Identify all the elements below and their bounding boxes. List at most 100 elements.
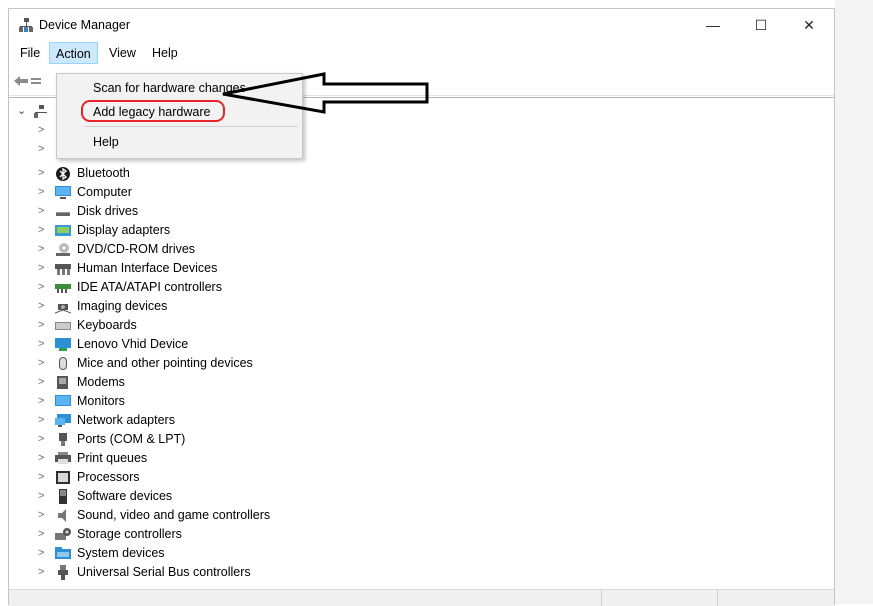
chevron-right-icon[interactable]: > [38,205,44,217]
device-tree: ⌄ > > > Bluetooth > Computer > Disk drives > Di… [9,97,834,590]
menu-action[interactable]: Action [49,42,98,64]
tree-item-label: Network adapters [77,413,175,427]
menu-item-help[interactable]: Help [93,135,119,149]
display-adapter-icon [55,225,71,236]
chevron-right-icon[interactable]: > [38,167,44,179]
tree-item[interactable]: > Processors [9,468,409,487]
printer-icon [55,452,71,464]
network-adapter-icon [55,414,71,427]
tree-item[interactable]: > Bluetooth [9,164,409,183]
tree-item-label: Processors [77,470,140,484]
software-device-icon [59,489,67,504]
chevron-right-icon[interactable]: > [38,547,44,559]
chevron-right-icon[interactable]: > [38,300,44,312]
port-icon [59,433,67,446]
maximize-button[interactable]: ☐ [738,9,784,41]
usb-icon [58,565,68,580]
chevron-right-icon[interactable]: > [38,319,44,331]
tree-item-label: Mice and other pointing devices [77,356,253,370]
tree-item[interactable]: > System devices [9,544,409,563]
menu-view[interactable]: View [103,42,142,64]
tree-item[interactable]: > Display adapters [9,221,409,240]
lenovo-device-icon [55,338,71,351]
chevron-right-icon[interactable]: > [38,376,44,388]
tree-item-label: Software devices [77,489,173,503]
storage-controller-icon [55,528,71,540]
chevron-right-icon[interactable]: > [38,433,44,445]
tree-item[interactable]: > Storage controllers [9,525,409,544]
dvd-drive-icon [56,243,70,256]
tree-item[interactable]: > IDE ATA/ATAPI controllers [9,278,409,297]
system-folder-icon [55,547,71,559]
tree-item[interactable]: > Lenovo Vhid Device [9,335,409,354]
tree-item-label: Sound, video and game controllers [77,508,271,522]
forward-icon[interactable] [31,78,41,84]
processor-icon [56,471,70,484]
modem-icon [57,376,68,389]
tree-item-label: Display adapters [77,223,171,237]
chevron-right-icon[interactable]: > [38,509,44,521]
tree-item[interactable]: > Monitors [9,392,409,411]
chevron-right-icon[interactable]: > [38,490,44,502]
device-manager-app-icon [19,18,33,32]
tree-item-label: Storage controllers [77,527,182,541]
tree-item[interactable]: > DVD/CD-ROM drives [9,240,409,259]
chevron-right-icon[interactable]: > [38,224,44,236]
chevron-right-icon[interactable]: > [38,281,44,293]
tree-item[interactable]: > Print queues [9,449,409,468]
chevron-right-icon[interactable]: > [38,338,44,350]
menu-bar: File Action View Help [9,42,834,64]
hid-icon [55,264,71,275]
imaging-device-icon [55,304,71,314]
chevron-right-icon[interactable]: > [38,471,44,483]
tree-item-label: Disk drives [77,204,139,218]
minimize-button[interactable]: — [690,9,736,41]
tree-item-label: Computer [77,185,132,199]
chevron-right-icon[interactable]: > [38,357,44,369]
computer-icon [55,186,71,199]
window-title: Device Manager [39,18,131,32]
tree-item-label: Ports (COM & LPT) [77,432,186,446]
chevron-right-icon[interactable]: > [38,452,44,464]
tree-item-label: IDE ATA/ATAPI controllers [77,280,222,294]
tree-item[interactable]: > Imaging devices [9,297,409,316]
tree-item[interactable]: > Universal Serial Bus controllers [9,563,409,582]
tree-item-label: Monitors [77,394,125,408]
tree-item[interactable]: > Human Interface Devices [9,259,409,278]
tree-item-label: Modems [77,375,125,389]
tree-item[interactable]: > Software devices [9,487,409,506]
chevron-right-icon[interactable]: > [38,124,44,136]
tree-item[interactable]: > Computer [9,183,409,202]
tree-item[interactable]: > Mice and other pointing devices [9,354,409,373]
chevron-down-icon[interactable]: ⌄ [17,104,26,117]
tree-item-label: System devices [77,546,165,560]
computer-root-icon [34,105,47,118]
chevron-right-icon[interactable]: > [38,243,44,255]
close-button[interactable]: ✕ [786,9,832,41]
tree-item[interactable]: > Network adapters [9,411,409,430]
tree-item-label: Human Interface Devices [77,261,218,275]
chevron-right-icon[interactable]: > [38,566,44,578]
back-arrow-icon[interactable] [14,76,28,86]
action-dropdown-menu: Scan for hardware changes Add legacy har… [56,73,303,159]
chevron-right-icon[interactable]: > [38,528,44,540]
monitor-icon [55,395,71,406]
menu-file[interactable]: File [14,42,46,64]
chevron-right-icon[interactable]: > [38,395,44,407]
chevron-right-icon[interactable]: > [38,186,44,198]
tree-item[interactable]: > Ports (COM & LPT) [9,430,409,449]
tree-item[interactable]: > Sound, video and game controllers [9,506,409,525]
chevron-right-icon[interactable]: > [38,414,44,426]
tree-item[interactable]: > Keyboards [9,316,409,335]
chevron-right-icon[interactable]: > [38,262,44,274]
title-bar[interactable]: Device Manager — ☐ ✕ [9,9,834,41]
menu-item-scan-hardware[interactable]: Scan for hardware changes [93,81,246,95]
tree-item-label: Print queues [77,451,148,465]
tree-item-label: DVD/CD-ROM drives [77,242,196,256]
chevron-right-icon[interactable]: > [38,143,44,155]
menu-help[interactable]: Help [146,42,184,64]
tree-item[interactable]: > Modems [9,373,409,392]
tree-item-label: Universal Serial Bus controllers [77,565,251,579]
mouse-icon [59,357,67,370]
tree-item[interactable]: > Disk drives [9,202,409,221]
